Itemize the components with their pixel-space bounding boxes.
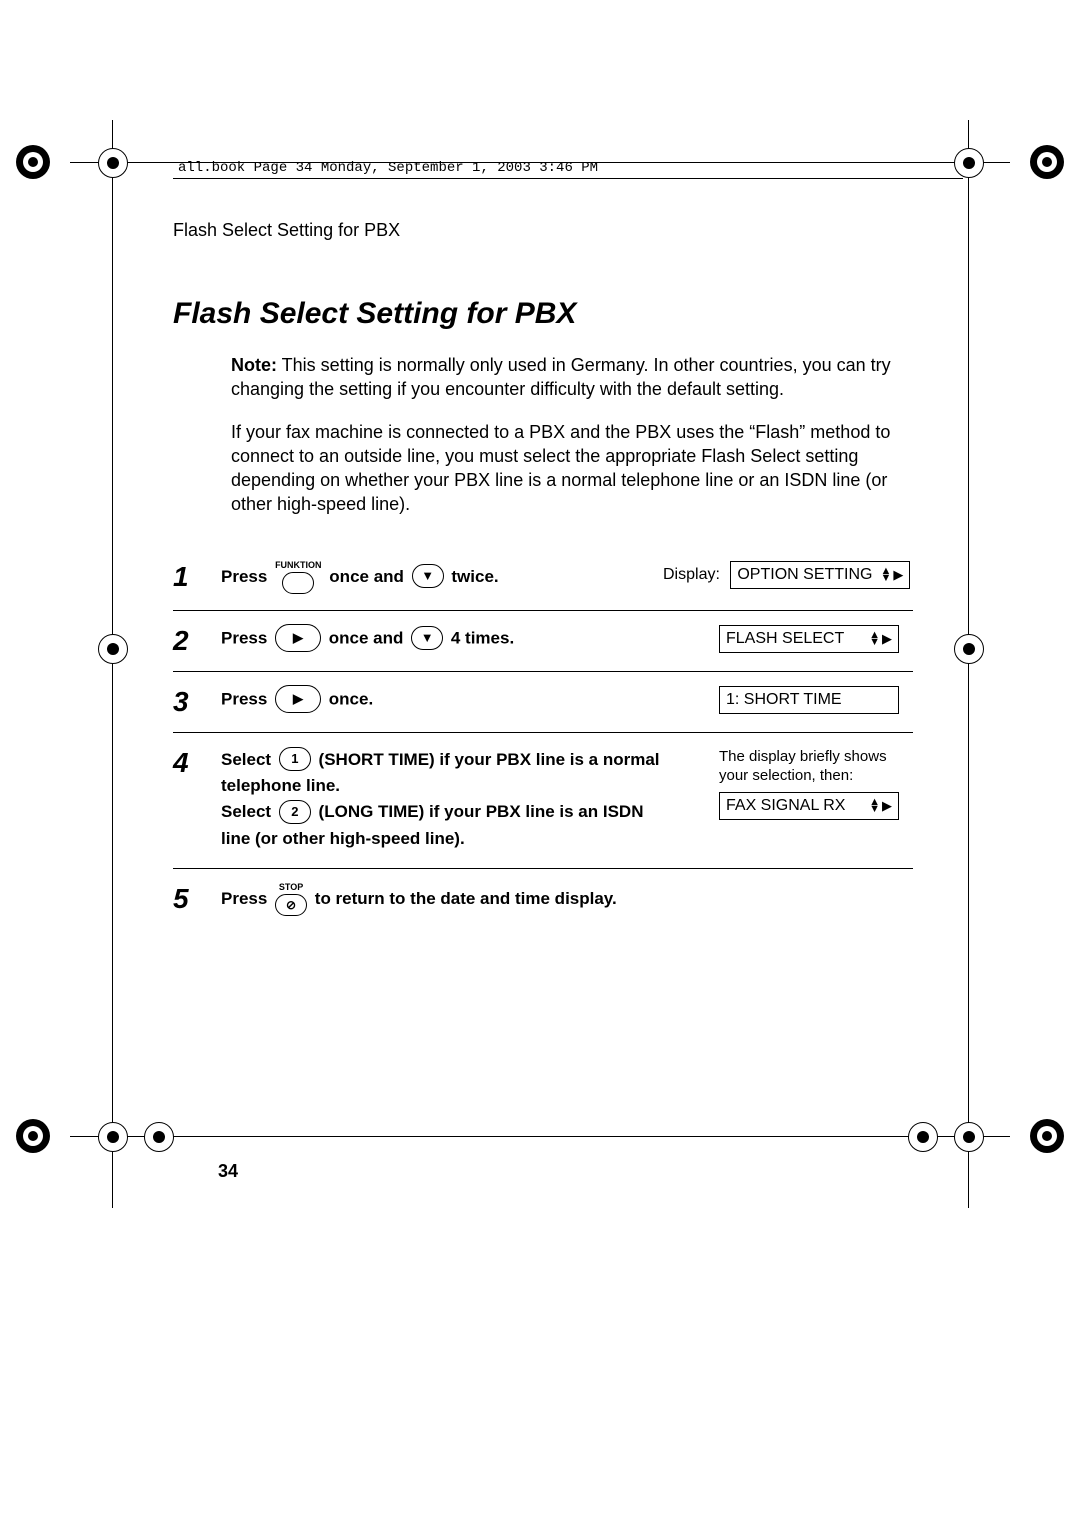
- step-instruction: Press STOP ⊘ to return to the date and t…: [221, 883, 663, 916]
- nav-arrows-icon: ▲▼▶: [869, 798, 892, 814]
- note-paragraph: Note: This setting is normally only used…: [231, 353, 913, 402]
- crop-line-right: [968, 120, 969, 1208]
- step-2: 2 Press ▶ once and ▼ 4 times. FLASH SELE…: [173, 611, 913, 672]
- lcd-text: FLASH SELECT: [726, 630, 844, 648]
- page: { "header_runline": "all.book Page 34 Mo…: [0, 0, 1080, 1528]
- step-number: 2: [173, 625, 221, 655]
- display-note: The display briefly shows your selection…: [719, 747, 913, 786]
- step-3: 3 Press ▶ once. 1: SHORT TIME: [173, 672, 913, 733]
- note-text: This setting is normally only used in Ge…: [231, 355, 891, 399]
- text: to return to the date and time display.: [315, 889, 617, 908]
- crop-line-bottom: [70, 1136, 1010, 1137]
- step-number: 1: [173, 561, 221, 591]
- display-label: Display:: [663, 566, 720, 583]
- text: twice.: [451, 567, 498, 586]
- page-title: Flash Select Setting for PBX: [173, 297, 913, 331]
- lcd-text: FAX SIGNAL RX: [726, 797, 845, 815]
- step-4: 4 Select 1 (SHORT TIME) if your PBX line…: [173, 733, 913, 869]
- right-arrow-key-icon: ▶: [275, 624, 321, 652]
- registration-circle-icon: [98, 634, 128, 664]
- lcd-text: OPTION SETTING: [737, 566, 872, 584]
- key-shape-icon: ⊘: [275, 894, 307, 916]
- key-caption: STOP: [279, 883, 303, 892]
- step-instruction: Press FUNKTION once and ▼ twice.: [221, 561, 663, 594]
- registration-circle-icon: [954, 634, 984, 664]
- registration-circle-icon: [954, 148, 984, 178]
- header-underline: [173, 178, 963, 179]
- header-runline: all.book Page 34 Monday, September 1, 20…: [178, 160, 598, 176]
- step-1: 1 Press FUNKTION once and ▼ twice. Displ…: [173, 547, 913, 611]
- right-arrow-key-icon: ▶: [275, 685, 321, 713]
- down-arrow-key-icon: ▼: [411, 626, 443, 650]
- intro-paragraph: If your fax machine is connected to a PB…: [231, 420, 913, 517]
- digit-2-key-icon: 2: [279, 800, 311, 824]
- digit-1-key-icon: 1: [279, 747, 311, 771]
- content-area: Flash Select Setting for PBX Flash Selec…: [173, 220, 913, 932]
- registration-mark-icon: [16, 145, 50, 179]
- step-number: 3: [173, 686, 221, 716]
- steps-list: 1 Press FUNKTION once and ▼ twice. Displ…: [173, 547, 913, 932]
- step-display: The display briefly shows your selection…: [663, 747, 913, 820]
- text: 4 times.: [451, 628, 514, 647]
- step-instruction: Press ▶ once.: [221, 686, 663, 714]
- key-shape-icon: [282, 572, 314, 594]
- text: Select: [221, 802, 276, 821]
- lcd-readout: FAX SIGNAL RX ▲▼▶: [719, 792, 899, 820]
- nav-arrows-icon: ▲▼▶: [880, 567, 903, 583]
- step-display: 1: SHORT TIME: [663, 686, 913, 714]
- step-display: Display: OPTION SETTING ▲▼▶: [663, 561, 913, 589]
- lcd-readout: 1: SHORT TIME: [719, 686, 899, 714]
- text: Press: [221, 689, 272, 708]
- lcd-readout: FLASH SELECT ▲▼▶: [719, 625, 899, 653]
- text: once and: [329, 628, 408, 647]
- text: Press: [221, 567, 267, 586]
- registration-circle-icon: [98, 148, 128, 178]
- down-arrow-key-icon: ▼: [412, 564, 444, 588]
- stop-key-icon: STOP ⊘: [275, 883, 307, 916]
- registration-mark-icon: [16, 1119, 50, 1153]
- funktion-key-icon: FUNKTION: [275, 561, 322, 594]
- nav-arrows-icon: ▲▼▶: [869, 631, 892, 647]
- text: Press: [221, 889, 272, 908]
- text: Press: [221, 628, 272, 647]
- step-display: FLASH SELECT ▲▼▶: [663, 625, 913, 653]
- step-number: 5: [173, 883, 221, 913]
- step-5: 5 Press STOP ⊘ to return to the date and…: [173, 869, 913, 932]
- registration-circle-icon: [908, 1122, 938, 1152]
- lcd-text: 1: SHORT TIME: [726, 691, 842, 709]
- step-instruction: Press ▶ once and ▼ 4 times.: [221, 625, 663, 653]
- running-head: Flash Select Setting for PBX: [173, 220, 913, 241]
- registration-circle-icon: [98, 1122, 128, 1152]
- registration-circle-icon: [954, 1122, 984, 1152]
- crop-line-left: [112, 120, 113, 1208]
- key-caption: FUNKTION: [275, 561, 322, 570]
- lcd-readout: OPTION SETTING ▲▼▶: [730, 561, 910, 589]
- step-instruction: Select 1 (SHORT TIME) if your PBX line i…: [221, 747, 663, 852]
- registration-mark-icon: [1030, 145, 1064, 179]
- text: once and: [329, 567, 408, 586]
- registration-mark-icon: [1030, 1119, 1064, 1153]
- page-number: 34: [218, 1161, 238, 1182]
- step-number: 4: [173, 747, 221, 777]
- text: Select: [221, 750, 276, 769]
- registration-circle-icon: [144, 1122, 174, 1152]
- text: once.: [329, 689, 373, 708]
- note-label: Note:: [231, 355, 277, 375]
